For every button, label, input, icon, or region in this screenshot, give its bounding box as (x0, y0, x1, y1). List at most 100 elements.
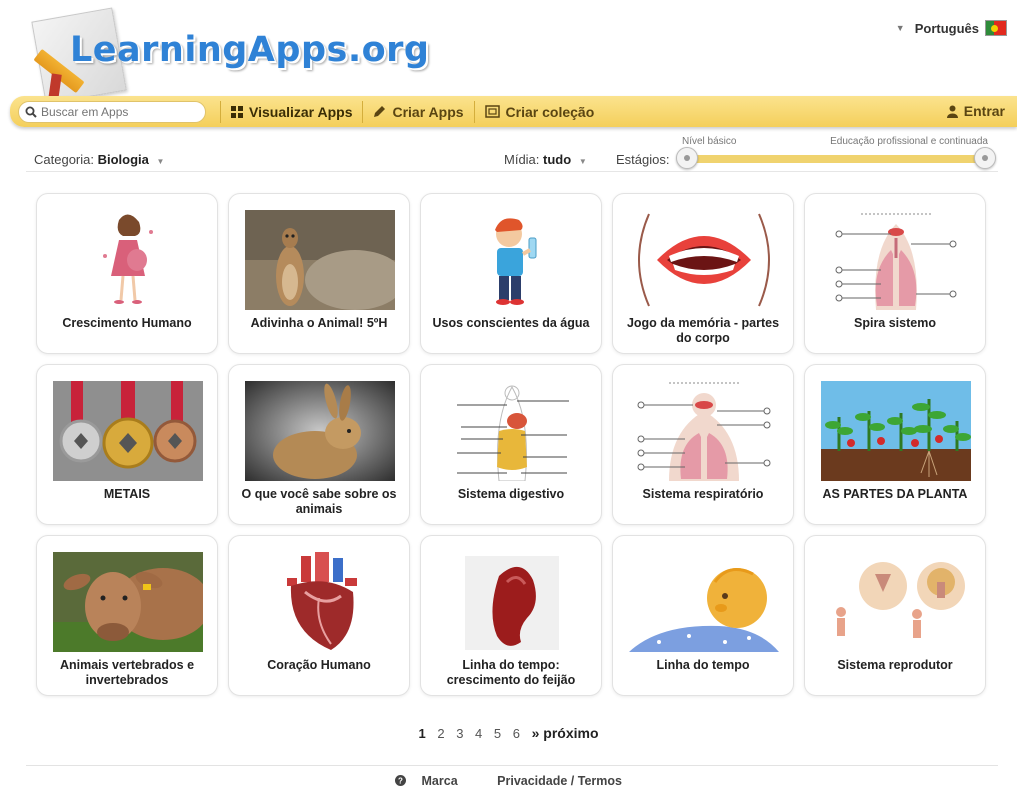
media-filter[interactable]: Mídia: tudo ▼ (504, 152, 587, 167)
nav-separator (220, 100, 221, 123)
app-title: Spira sistemo (854, 316, 936, 330)
search-input[interactable] (41, 104, 191, 119)
app-card[interactable]: Coração Humano (228, 535, 410, 696)
logo[interactable]: LearningApps.org (20, 7, 429, 105)
app-title: Sistema digestivo (457, 487, 565, 501)
app-card[interactable]: Usos conscientes da água (420, 193, 602, 354)
nav-create-apps-label: Criar Apps (392, 103, 464, 120)
svg-text:?: ? (398, 777, 403, 786)
chevron-down-icon: ▼ (156, 157, 165, 166)
stages-label: Estágios: (616, 152, 670, 167)
baby-image (629, 552, 779, 652)
nav-separator (362, 100, 364, 123)
app-card[interactable]: Sistema reprodutor (804, 535, 986, 696)
app-card[interactable]: Sistema digestivo (420, 364, 602, 525)
privacy-terms-link[interactable]: Privacidade / Termos (497, 774, 622, 788)
app-card[interactable]: Linha do tempo (612, 535, 794, 696)
app-title: Sistema respiratório (642, 487, 764, 501)
app-title: METAIS (103, 487, 151, 501)
app-title: Usos conscientes da água (432, 316, 590, 330)
stage-slider-track[interactable] (686, 155, 988, 163)
stage-slider-min-handle[interactable] (676, 147, 698, 169)
bean-image (437, 552, 587, 652)
brand-link[interactable]: ? Marca (395, 774, 473, 788)
app-card[interactable]: Jogo da memória - partes do corpo (612, 193, 794, 354)
page-link-1[interactable]: 1 (418, 726, 425, 741)
app-card[interactable]: Adivinha o Animal! 5ºH (228, 193, 410, 354)
media-value: tudo (543, 152, 572, 167)
nav-create-collection[interactable]: Criar coleção (484, 103, 595, 120)
nav-create-apps[interactable]: Criar Apps (373, 103, 464, 120)
page-link-5[interactable]: 5 (494, 726, 501, 741)
stage-slider-max-handle[interactable] (974, 147, 996, 169)
app-card[interactable]: Spira sistemo (804, 193, 986, 354)
brand-link-label: Marca (421, 774, 458, 788)
footer-divider (26, 765, 998, 766)
stage-min-label: Nível básico (682, 136, 737, 147)
pagination: 1 2 3 4 5 6 » próximo (0, 725, 1017, 741)
media-label: Mídia: (504, 152, 540, 167)
app-card[interactable]: O que você sabe sobre os animais (228, 364, 410, 525)
next-page-link[interactable]: » próximo (532, 725, 599, 741)
app-card[interactable]: Crescimento Humano (36, 193, 218, 354)
app-card[interactable]: Sistema respiratório (612, 364, 794, 525)
mouth-image (629, 210, 779, 310)
help-icon: ? (395, 775, 407, 786)
app-title: Sistema reprodutor (837, 658, 953, 672)
app-card[interactable]: Animais vertebrados e invertebrados (36, 535, 218, 696)
nav-separator (473, 100, 475, 123)
app-title: Crescimento Humano (62, 316, 192, 330)
pregnant-woman-image (53, 210, 203, 310)
app-title: AS PARTES DA PLANTA (822, 487, 968, 501)
nav-view-apps-label: Visualizar Apps (249, 103, 353, 120)
app-title: Jogo da memória - partes do corpo (626, 316, 780, 345)
nav-create-collection-label: Criar coleção (505, 103, 595, 120)
footer: ? Marca Privacidade / Termos (0, 774, 1017, 788)
apps-grid: Crescimento Humano Adivinha o Animal! 5º… (36, 193, 992, 696)
app-title: O que você sabe sobre os animais (241, 487, 397, 516)
dropdown-triangle-icon: ▼ (895, 23, 905, 33)
app-title: Linha do tempo (656, 658, 750, 672)
logo-text: LearningApps.org (70, 30, 430, 70)
pencil-icon (374, 106, 386, 117)
grid-icon (231, 105, 243, 118)
portugal-flag-icon (985, 20, 1007, 36)
category-filter[interactable]: Categoria: Biologia ▼ (34, 152, 164, 167)
chevron-down-icon: ▼ (578, 157, 587, 166)
app-card[interactable]: AS PARTES DA PLANTA (804, 364, 986, 525)
medals-photo (53, 381, 203, 481)
app-card[interactable]: Linha do tempo: crescimento do feijão (420, 535, 602, 696)
rabbit-photo (245, 381, 395, 481)
login-label: Entrar (963, 103, 1005, 119)
nav-view-apps[interactable]: Visualizar Apps (231, 104, 352, 120)
lungs-diagram-image (821, 210, 971, 310)
login-button[interactable]: Entrar (946, 103, 1005, 119)
search-box[interactable] (18, 100, 206, 123)
heart-image (245, 552, 395, 652)
page-link-6[interactable]: 6 (513, 726, 520, 741)
language-selector[interactable]: ▼ Português (896, 20, 1007, 36)
page-link-2[interactable]: 2 (437, 726, 444, 741)
reproductive-system-image (821, 552, 971, 652)
app-card[interactable]: METAIS (36, 364, 218, 525)
cow-photo (53, 552, 203, 652)
meerkat-photo (245, 210, 395, 310)
page-link-3[interactable]: 3 (456, 726, 463, 741)
main-navbar: Visualizar Apps Criar Apps Criar coleção… (10, 96, 1017, 127)
app-title: Linha do tempo: crescimento do feijão (446, 658, 576, 687)
category-label: Categoria: (34, 152, 94, 167)
category-value: Biologia (97, 152, 149, 167)
search-icon (25, 106, 37, 118)
app-title: Adivinha o Animal! 5ºH (250, 316, 388, 330)
page-link-4[interactable]: 4 (475, 726, 482, 741)
app-title: Coração Humano (267, 658, 371, 672)
digestive-system-diagram (437, 381, 587, 481)
plants-photo (821, 381, 971, 481)
respiratory-system-diagram (629, 381, 779, 481)
filter-bar: Categoria: Biologia ▼ Mídia: tudo ▼ Está… (26, 134, 998, 172)
boy-with-water-bottle-image (437, 210, 587, 310)
stage-max-label: Educação profissional e continuada (830, 136, 988, 147)
language-label: Português (914, 20, 979, 36)
user-icon (946, 105, 958, 118)
app-title: Animais vertebrados e invertebrados (59, 658, 195, 687)
